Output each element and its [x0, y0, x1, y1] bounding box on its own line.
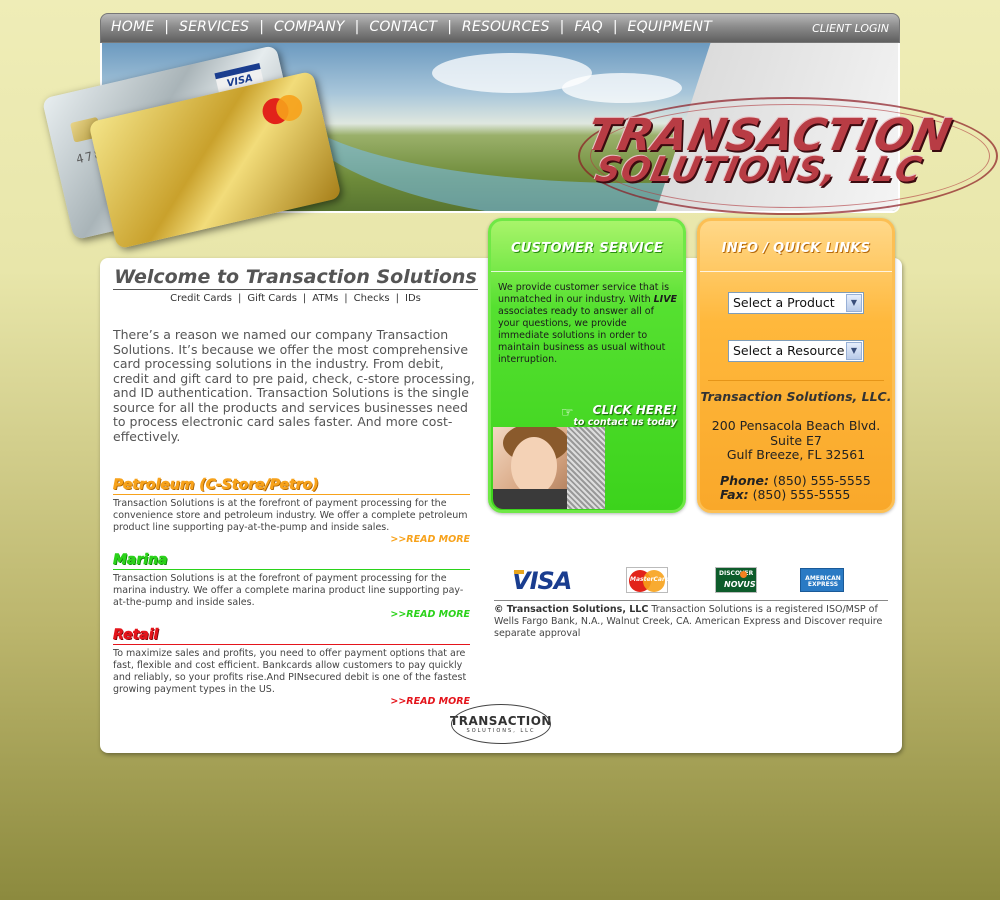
nav-contact[interactable]: CONTACT	[369, 19, 437, 35]
box-divider	[700, 271, 892, 272]
phone-label: Phone:	[720, 473, 770, 488]
support-agent-photo	[493, 427, 605, 509]
visa-logo: VISA	[512, 567, 572, 595]
section-petroleum: Petroleum (C-Store/Petro) Transaction So…	[113, 477, 478, 545]
section-text: Transaction Solutions is at the forefron…	[113, 498, 468, 533]
nav-separator: |	[559, 19, 565, 35]
mastercard-logo-text: MasterCard	[630, 576, 670, 583]
customer-service-box: CUSTOMER SERVICE We provide customer ser…	[488, 218, 686, 513]
read-more-link[interactable]: >>READ MORE	[113, 696, 470, 707]
section-divider	[113, 569, 470, 570]
nav-separator: |	[354, 19, 360, 35]
footer-logo: TRANSACTION SOLUTIONS, LLC	[447, 704, 555, 746]
info-heading: INFO / QUICK LINKS	[721, 241, 871, 256]
mastercard-icon	[259, 92, 305, 128]
resource-select[interactable]: Select a Resource ▼	[728, 340, 864, 362]
nav-faq[interactable]: FAQ	[574, 19, 602, 35]
copyright-text: © Transaction Solutions, LLC	[494, 604, 649, 615]
page-title: Welcome to Transaction Solutions	[113, 266, 478, 290]
fax-label: Fax:	[720, 487, 749, 502]
amex-logo-text: EXPRESS	[807, 581, 839, 588]
nav-resources[interactable]: RESOURCES	[462, 19, 550, 35]
legal-divider	[494, 600, 888, 601]
read-more-link[interactable]: >>READ MORE	[113, 534, 470, 545]
resource-select-value: Select a Resource	[733, 343, 845, 358]
link-separator: |	[237, 293, 242, 304]
nav-equipment[interactable]: EQUIPMENT	[628, 19, 712, 35]
nav-separator: |	[612, 19, 618, 35]
top-navigation-bar: HOME | SERVICES | COMPANY | CONTACT | RE…	[100, 13, 900, 43]
contact-numbers: Phone: (850) 555-5555 Fax: (850) 555-555…	[720, 474, 871, 502]
contact-us-button[interactable]: CLICK HERE! to contact us today	[559, 403, 677, 428]
nav-menu: HOME | SERVICES | COMPANY | CONTACT | RE…	[111, 19, 712, 35]
section-heading[interactable]: Retail	[113, 627, 478, 644]
welcome-column: Welcome to Transaction Solutions Credit …	[113, 266, 478, 707]
chevron-down-icon[interactable]: ▼	[846, 342, 862, 360]
american-express-logo: AMERICAN EXPRESS	[800, 568, 844, 592]
discover-logo-text: DISCOVER	[719, 570, 754, 577]
address-line: Suite E7	[770, 432, 822, 448]
cs-text-live: LIVE	[653, 294, 678, 305]
section-retail: Retail To maximize sales and profits, yo…	[113, 627, 478, 707]
footer-logo-ring	[451, 704, 551, 744]
novus-logo-text: NOVUS	[724, 580, 756, 589]
customer-service-heading: CUSTOMER SERVICE	[510, 241, 664, 256]
discover-novus-logo: DISCOVER NOVUS	[715, 567, 757, 593]
address-line: Gulf Breeze, FL 32561	[726, 447, 866, 462]
link-checks[interactable]: Checks	[354, 293, 390, 304]
product-sub-links: Credit Cards | Gift Cards | ATMs | Checks | IDs	[113, 293, 478, 304]
cs-text-part: We provide customer service that is unma…	[498, 282, 670, 305]
link-atms[interactable]: ATMs	[312, 293, 338, 304]
mastercard-logo: MasterCard	[626, 567, 670, 593]
product-select[interactable]: Select a Product ▼	[728, 292, 864, 314]
nav-separator: |	[164, 19, 169, 35]
link-separator: |	[302, 293, 307, 304]
nav-services[interactable]: SERVICES	[179, 19, 249, 35]
section-text: Transaction Solutions is at the forefron…	[113, 573, 464, 608]
customer-service-text: We provide customer service that is unma…	[498, 282, 678, 366]
nav-separator: |	[259, 19, 264, 35]
nav-separator: |	[447, 19, 452, 35]
phone-number: (850) 555-5555	[773, 473, 871, 488]
link-separator: |	[395, 293, 400, 304]
link-ids[interactable]: IDs	[405, 293, 421, 304]
nav-company[interactable]: COMPANY	[274, 19, 345, 35]
chevron-down-icon[interactable]: ▼	[846, 294, 862, 312]
link-separator: |	[344, 293, 348, 304]
section-marina: Marina Transaction Solutions is at the f…	[113, 552, 478, 620]
product-select-value: Select a Product	[733, 295, 835, 310]
payment-logos: VISA MasterCard DISCOVER NOVUS AMERICAN EX…	[512, 567, 852, 595]
cs-text-part: associates ready to answer all of your q…	[498, 306, 666, 365]
intro-paragraph: There’s a reason we named our company Tr…	[113, 327, 475, 444]
section-heading[interactable]: Petroleum (C-Store/Petro)	[113, 477, 478, 494]
legal-notice: © Transaction Solutions, LLC Transaction…	[494, 604, 894, 640]
info-quick-links-box: INFO / QUICK LINKS Select a Product ▼ Se…	[697, 218, 895, 513]
company-address: 200 Pensacola Beach Blvd. Suite E7 Gulf …	[700, 418, 892, 463]
section-divider	[113, 644, 470, 645]
box-divider	[491, 271, 683, 272]
section-heading[interactable]: Marina	[113, 552, 478, 569]
read-more-link[interactable]: >>READ MORE	[113, 609, 470, 620]
fax-number: (850) 555-5555	[752, 487, 851, 502]
section-divider	[113, 494, 470, 495]
section-text: To maximize sales and profits, you need …	[113, 648, 467, 695]
info-divider	[708, 380, 884, 381]
nav-home[interactable]: HOME	[111, 19, 154, 35]
click-here-label: CLICK HERE!	[592, 403, 677, 417]
logo-wordmark-line2: SOLUTIONS, LLC	[591, 150, 926, 190]
company-name: Transaction Solutions, LLC.	[700, 389, 892, 404]
client-login-link[interactable]: CLIENT LOGIN	[812, 22, 889, 35]
link-gift-cards[interactable]: Gift Cards	[247, 293, 297, 304]
link-credit-cards[interactable]: Credit Cards	[170, 293, 232, 304]
address-line: 200 Pensacola Beach Blvd.	[711, 418, 881, 433]
